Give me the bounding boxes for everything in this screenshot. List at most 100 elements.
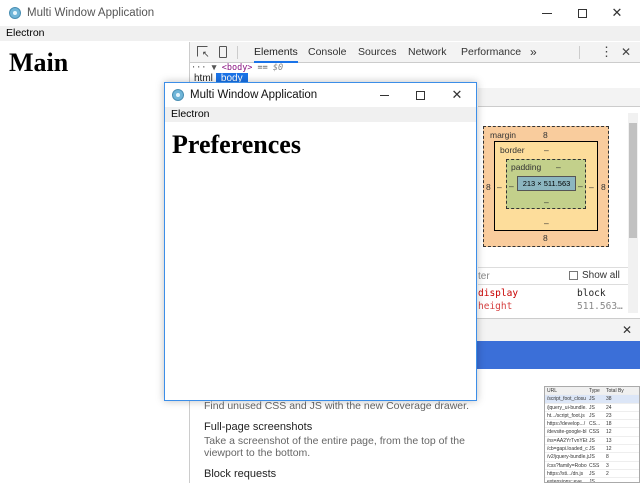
main-titlebar[interactable]: Multi Window Application ✕	[0, 0, 640, 26]
styles-scrollbar[interactable]	[628, 113, 638, 313]
maximize-button[interactable]	[565, 0, 599, 26]
margin-top-value: 8	[543, 130, 548, 140]
cov-url: /devsite-google-bl	[547, 429, 587, 436]
main-window-title: Multi Window Application	[27, 7, 155, 19]
coverage-row[interactable]: /cb=gapi.loaded_c JS 12	[545, 445, 639, 454]
box-model-border: border – – – – padding – – – – 213 × 511…	[494, 141, 598, 231]
menu-electron[interactable]: Electron	[6, 27, 45, 39]
coverage-row[interactable]: https://develop.../CS... 18	[545, 420, 639, 429]
coverage-rows: /script_foot_closu JS 38/jquery_ui-bundle.…	[545, 395, 639, 483]
minimize-button[interactable]	[530, 0, 564, 26]
margin-right-value: 8	[601, 182, 606, 192]
tip-coverage-desc: Find unused CSS and JS with the new Cove…	[204, 400, 469, 412]
show-all-checkbox[interactable]	[569, 271, 578, 280]
cov-total	[606, 478, 624, 482]
dom-tree-selected-line[interactable]: ··· ▼ <body> == $0	[190, 63, 640, 73]
computed-prop-row[interactable]: height 511.563…	[478, 301, 628, 314]
dom-eq: ==	[252, 63, 273, 73]
tip-screenshots-title[interactable]: Full-page screenshots	[204, 421, 474, 433]
tab-elements[interactable]: Elements	[254, 42, 298, 63]
coverage-row[interactable]: extensions::eve... JS	[545, 478, 639, 483]
coverage-row[interactable]: https://sti.../dn.js JS 2	[545, 470, 639, 479]
close-icon: ✕	[451, 87, 463, 102]
prefs-minimize-button[interactable]	[367, 83, 401, 107]
border-bottom-value: –	[544, 218, 549, 228]
tab-network[interactable]: Network	[408, 42, 447, 63]
menu-electron[interactable]: Electron	[171, 108, 210, 120]
close-button[interactable]: ✕	[600, 0, 634, 26]
more-tabs-chevron-icon[interactable]: »	[530, 42, 537, 63]
cov-total: 13	[606, 437, 612, 444]
coverage-row[interactable]: /devsite-google-bl CSS 12	[545, 428, 639, 437]
cov-total: 3	[606, 462, 609, 469]
margin-label: margin	[490, 130, 516, 140]
styles-subtab-strip	[478, 88, 640, 107]
prefs-window-title: Multi Window Application	[190, 89, 318, 101]
computed-properties: display block height 511.563…	[478, 288, 628, 314]
dom-body-tag: <body>	[221, 63, 253, 73]
cov-type: JS	[589, 396, 595, 403]
cov-type: JS	[589, 470, 595, 477]
devtools-toolbar: ↖ Elements Console Sources Network Perfo…	[190, 42, 640, 63]
cov-total: 8	[606, 454, 609, 461]
minimize-icon	[542, 12, 552, 14]
cov-url: /jquery_ui-bundle.	[547, 404, 587, 411]
drawer-close-icon[interactable]: ✕	[622, 323, 632, 337]
coverage-row[interactable]: /v2/jquery-bundle.js JS 8	[545, 453, 639, 462]
prop-name: height	[478, 301, 513, 312]
maximize-icon	[577, 8, 587, 18]
kebab-menu-icon[interactable]: ⋮	[600, 45, 613, 58]
cov-total: 12	[606, 446, 612, 453]
prefs-titlebar[interactable]: Multi Window Application ✕	[165, 83, 476, 107]
prefs-page-heading: Preferences	[172, 130, 301, 159]
cov-total: 23	[606, 412, 612, 419]
prefs-maximize-button[interactable]	[403, 83, 437, 107]
padding-label: padding	[511, 162, 542, 172]
cov-type: CS...	[589, 421, 601, 428]
padding-bottom-value: –	[544, 197, 549, 207]
filter-input[interactable]: ter	[478, 271, 490, 282]
devtools-close-icon[interactable]: ✕	[621, 45, 631, 59]
padding-left-value: –	[509, 181, 514, 191]
dom-ref: $0	[272, 63, 284, 73]
electron-app-icon	[9, 7, 21, 19]
padding-right-value: –	[578, 181, 583, 191]
coverage-row[interactable]: /ns=AA2YrTvnYEt JS 13	[545, 437, 639, 446]
cov-type: JS	[589, 412, 595, 419]
tip-screenshots-desc: Take a screenshot of the entire page, fr…	[204, 435, 465, 459]
content-size: 213 × 511.563	[522, 179, 571, 188]
cov-total: 18	[606, 421, 612, 428]
cov-header-total: Total By	[606, 388, 624, 394]
tab-performance[interactable]: Performance	[461, 42, 521, 63]
tab-sources[interactable]: Sources	[358, 42, 397, 63]
padding-top-value: –	[556, 162, 561, 172]
prop-value: block	[577, 288, 606, 299]
cov-header-url: URL	[547, 388, 558, 394]
tip-block-requests-title[interactable]: Block requests	[204, 468, 474, 480]
prop-name: display	[478, 288, 519, 299]
cov-total: 38	[606, 396, 612, 403]
computed-prop-row[interactable]: display block	[478, 288, 628, 301]
margin-left-value: 8	[486, 182, 491, 192]
coverage-row[interactable]: /css?family=Robo CSS 3	[545, 462, 639, 470]
show-all-label: Show all	[582, 270, 620, 281]
coverage-row[interactable]: /jquery_ui-bundle. JS 24	[545, 404, 639, 412]
device-toolbar-icon[interactable]	[219, 46, 227, 58]
prefs-close-button[interactable]: ✕	[440, 83, 474, 107]
coverage-row[interactable]: ht.../script_foot.js JS 23	[545, 412, 639, 421]
styles-scrollbar-thumb[interactable]	[629, 123, 637, 238]
cov-type: JS	[589, 437, 595, 444]
whats-new-tips: Find unused CSS and JS with the new Cove…	[204, 400, 474, 480]
cov-type: JS	[589, 479, 595, 483]
inspect-arrow-icon: ↖	[202, 49, 210, 59]
coverage-row[interactable]: /script_foot_closu JS 38	[545, 395, 639, 404]
tab-console[interactable]: Console	[308, 42, 347, 63]
toolbar-divider	[237, 46, 238, 59]
border-right-value: –	[589, 182, 594, 192]
cov-url: https://develop.../	[547, 421, 586, 428]
cov-total: 24	[606, 404, 612, 411]
box-model-content: 213 × 511.563	[517, 176, 576, 191]
electron-app-icon	[172, 89, 184, 101]
computed-filter-row: ter Show all	[478, 267, 628, 285]
border-label: border	[500, 145, 525, 155]
